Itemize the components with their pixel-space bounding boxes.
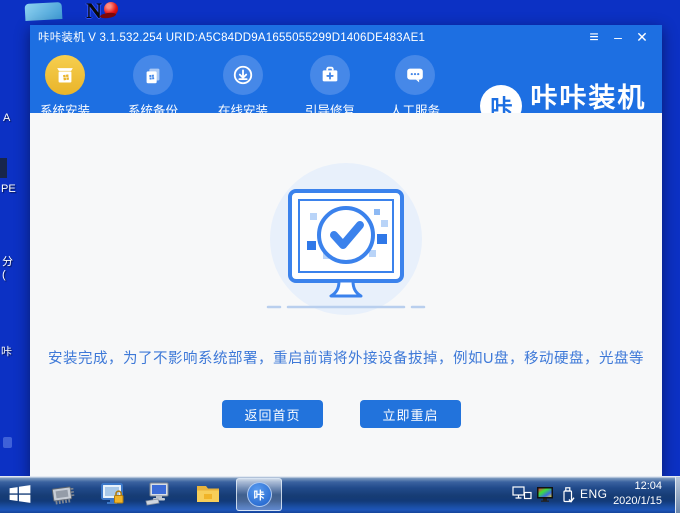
taskbar-chip-icon[interactable] xyxy=(46,478,78,510)
taskbar-my-computer-icon[interactable] xyxy=(143,480,171,508)
kaka-app-icon: 咔 xyxy=(246,482,272,507)
desktop-label-fragment: 咔 xyxy=(1,346,12,358)
clock-time: 12:04 xyxy=(634,480,662,492)
nav-item-system-backup[interactable]: 系统备份 xyxy=(120,55,186,119)
desktop-icon-fragment[interactable] xyxy=(24,2,63,21)
menu-icon[interactable]: ≡ xyxy=(582,25,606,51)
restart-now-button[interactable]: 立即重启 xyxy=(360,400,461,428)
display-tray-icon[interactable] xyxy=(536,486,555,508)
nav-item-online-install[interactable]: 在线安装 xyxy=(210,55,276,119)
n-red-ball-icon[interactable]: N xyxy=(86,0,130,24)
install-box-icon xyxy=(45,55,85,95)
install-complete-illustration xyxy=(266,163,426,323)
brand-title: 咔咔装机 xyxy=(530,83,647,113)
desktop-icon-fragment xyxy=(0,158,7,178)
nav-item-support[interactable]: 人工服务 xyxy=(382,55,448,119)
minimize-button[interactable]: – xyxy=(606,25,630,51)
window-title: 咔咔装机 V 3.1.532.254 URID:A5C84DD9A1655055… xyxy=(38,32,426,44)
language-indicator[interactable]: ENG xyxy=(580,487,608,501)
download-icon xyxy=(223,55,263,95)
usb-tray-icon[interactable] xyxy=(560,486,575,509)
network-tray-icon[interactable] xyxy=(512,486,532,508)
nav-item-boot-repair[interactable]: 引导修复 xyxy=(297,55,363,119)
nav-item-system-install[interactable]: 系统安装 xyxy=(32,55,98,119)
taskbar: 咔 ENG 12:04 2020/1/15 xyxy=(0,476,680,513)
clock-date: 2020/1/15 xyxy=(613,495,662,507)
desktop-label-fragment: 分 ( xyxy=(2,256,13,281)
backup-files-icon xyxy=(133,55,173,95)
title-bar[interactable]: 咔咔装机 V 3.1.532.254 URID:A5C84DD9A1655055… xyxy=(30,25,662,51)
taskbar-clock[interactable]: 12:04 2020/1/15 xyxy=(613,479,662,509)
monitor-check-icon xyxy=(266,163,426,315)
chat-icon xyxy=(395,55,435,95)
taskbar-folder-icon[interactable] xyxy=(194,480,222,508)
toolbox-icon xyxy=(310,55,350,95)
main-content: 安装完成，为了不影响系统部署，重启前请将外接设备拔掉，例如U盘，移动硬盘，光盘等… xyxy=(30,113,662,478)
installer-window: 咔咔装机 V 3.1.532.254 URID:A5C84DD9A1655055… xyxy=(30,25,662,478)
desktop-label-fragment: A xyxy=(3,112,11,124)
close-button[interactable]: ✕ xyxy=(630,25,654,51)
desktop: N A PE 分 ( 咔 咔咔装机 V 3.1.532.254 URID:A5C… xyxy=(0,0,680,513)
windows-logo-icon xyxy=(9,485,31,503)
taskbar-kaka-app-button[interactable]: 咔 xyxy=(236,478,282,511)
taskbar-partition-tool-icon[interactable] xyxy=(99,480,127,508)
desktop-label-fragment: PE xyxy=(1,183,16,195)
completion-message: 安装完成，为了不影响系统部署，重启前请将外接设备拔掉，例如U盘，移动硬盘，光盘等 xyxy=(48,351,644,367)
show-desktop-button[interactable] xyxy=(675,477,680,513)
desktop-label-fragment xyxy=(3,437,12,448)
return-home-button[interactable]: 返回首页 xyxy=(222,400,323,428)
start-button[interactable] xyxy=(6,480,34,508)
window-controls: ≡ – ✕ xyxy=(582,25,654,51)
